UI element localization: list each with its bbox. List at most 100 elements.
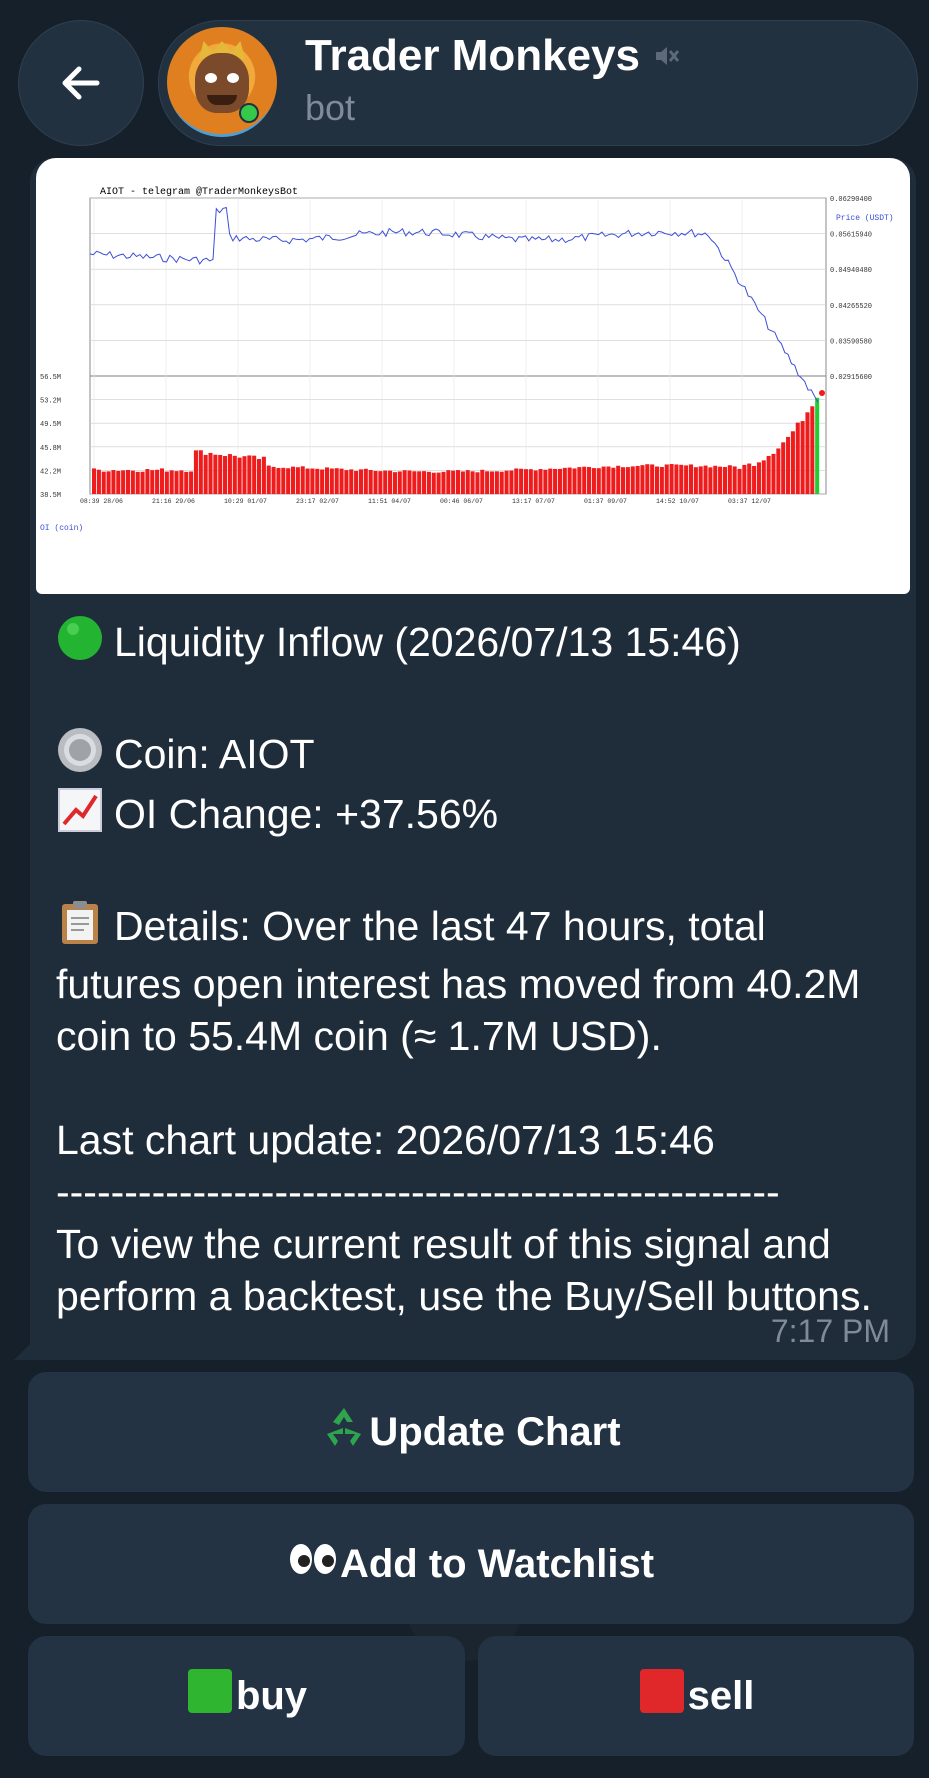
message-time: 7:17 PM (770, 1313, 890, 1349)
oi-price-chart: AIOT - telegram @TraderMonkeysBot Price … (40, 186, 894, 533)
oi-bar (756, 462, 761, 494)
oi-bar (664, 464, 669, 494)
oi-bar (465, 470, 470, 494)
buy-button[interactable]: buy (28, 1636, 465, 1756)
chart-image[interactable]: AIOT - telegram @TraderMonkeysBot Price … (36, 158, 910, 594)
oi-bar (266, 465, 271, 494)
last-price-dot (819, 390, 825, 396)
oi-bar (290, 466, 296, 494)
message-line: To view the current result of this signa… (56, 1221, 872, 1319)
oi-bar (198, 450, 203, 494)
add-to-watchlist-button[interactable]: Add to Watchlist (28, 1504, 914, 1624)
oi-bar (286, 468, 291, 494)
oi-bar (470, 471, 475, 494)
oi-bar (742, 464, 747, 494)
oi-bar (523, 469, 528, 494)
update-chart-label: Update Chart (369, 1409, 621, 1454)
x-tick-label: 21:16 29/06 (152, 498, 195, 505)
oi-tick-label: 56.5M (40, 374, 61, 382)
oi-bar (324, 467, 330, 494)
oi-bar (553, 468, 558, 494)
chart-increasing-icon (56, 786, 104, 846)
oi-bar (96, 469, 101, 494)
oi-bar (688, 464, 694, 494)
oi-bar (111, 470, 116, 494)
oi-bar (669, 464, 674, 494)
oi-bar (363, 468, 368, 494)
oi-bar (164, 471, 169, 494)
oi-bar (329, 468, 334, 494)
oi-bar (140, 471, 145, 494)
oi-bar (538, 469, 543, 494)
update-chart-button[interactable]: Update Chart (28, 1372, 914, 1492)
oi-bar (310, 468, 315, 494)
oi-bar (509, 470, 514, 494)
oi-bar (684, 465, 689, 494)
online-status-dot (239, 103, 259, 123)
oi-bar (227, 454, 232, 494)
oi-bar (354, 470, 359, 494)
oi-bar (339, 468, 344, 494)
price-tick-label: 0.06290400 (830, 196, 872, 204)
oi-bar (378, 471, 383, 494)
oi-bar (169, 470, 174, 494)
message-line: Liquidity Inflow (2026/07/13 15:46) (56, 614, 896, 674)
oi-bar (747, 463, 752, 494)
message-line: ----------------------------------------… (56, 1169, 780, 1215)
avatar[interactable] (167, 27, 277, 137)
oi-bar (179, 470, 184, 494)
oi-bar (562, 467, 567, 494)
chart-title: AIOT - telegram @TraderMonkeysBot (100, 186, 298, 198)
oi-bar (315, 468, 320, 494)
oi-bar (771, 453, 776, 494)
oi-bar (795, 422, 800, 494)
oi-bar (232, 455, 237, 494)
oi-bar (451, 470, 456, 494)
oi-bar (218, 454, 223, 494)
message-bubble[interactable]: AIOT - telegram @TraderMonkeysBot Price … (30, 158, 916, 1360)
oi-bar (300, 466, 305, 494)
coin-icon (56, 726, 104, 786)
oi-bar (635, 465, 640, 494)
oi-bar (737, 468, 742, 494)
oi-bar (805, 412, 810, 494)
oi-bar (606, 466, 611, 494)
message-line (56, 846, 896, 898)
oi-bar (402, 470, 407, 494)
oi-bar (489, 471, 495, 494)
oi-bar (679, 464, 684, 494)
chat-header[interactable]: Trader Monkeys bot (158, 20, 918, 146)
oi-bar (548, 468, 553, 494)
oi-bar (271, 466, 276, 494)
oi-bar (261, 456, 266, 494)
oi-bar (295, 467, 300, 494)
oi-bar (533, 470, 538, 494)
oi-bar (591, 468, 596, 494)
oi-bar (519, 468, 524, 494)
oi-bar (383, 470, 388, 494)
oi-bar (475, 472, 480, 494)
x-tick-label: 10:29 01/07 (224, 498, 267, 505)
oi-bar (596, 468, 601, 494)
oi-bar (407, 470, 412, 494)
oi-bar (223, 456, 228, 494)
oi-bar (189, 471, 194, 494)
x-tick-label: 14:52 10/07 (656, 498, 699, 505)
oi-bar (412, 471, 417, 494)
sell-button[interactable]: sell (478, 1636, 914, 1756)
chat-title: Trader Monkeys (305, 31, 680, 81)
arrow-left-icon (62, 66, 100, 100)
price-tick-label: 0.05615940 (830, 232, 872, 240)
oi-bar (155, 469, 160, 494)
oi-bar (786, 436, 791, 494)
oi-bar (722, 467, 727, 494)
oi-bar (203, 454, 208, 494)
oi-bar (650, 464, 655, 494)
oi-bar (621, 467, 626, 494)
oi-bar (693, 467, 698, 494)
oi-bar (242, 456, 247, 494)
x-tick-label: 11:51 04/07 (368, 498, 411, 505)
message-line: Coin: AIOT (56, 726, 896, 786)
oi-bar (761, 460, 766, 494)
back-button[interactable] (18, 20, 144, 146)
